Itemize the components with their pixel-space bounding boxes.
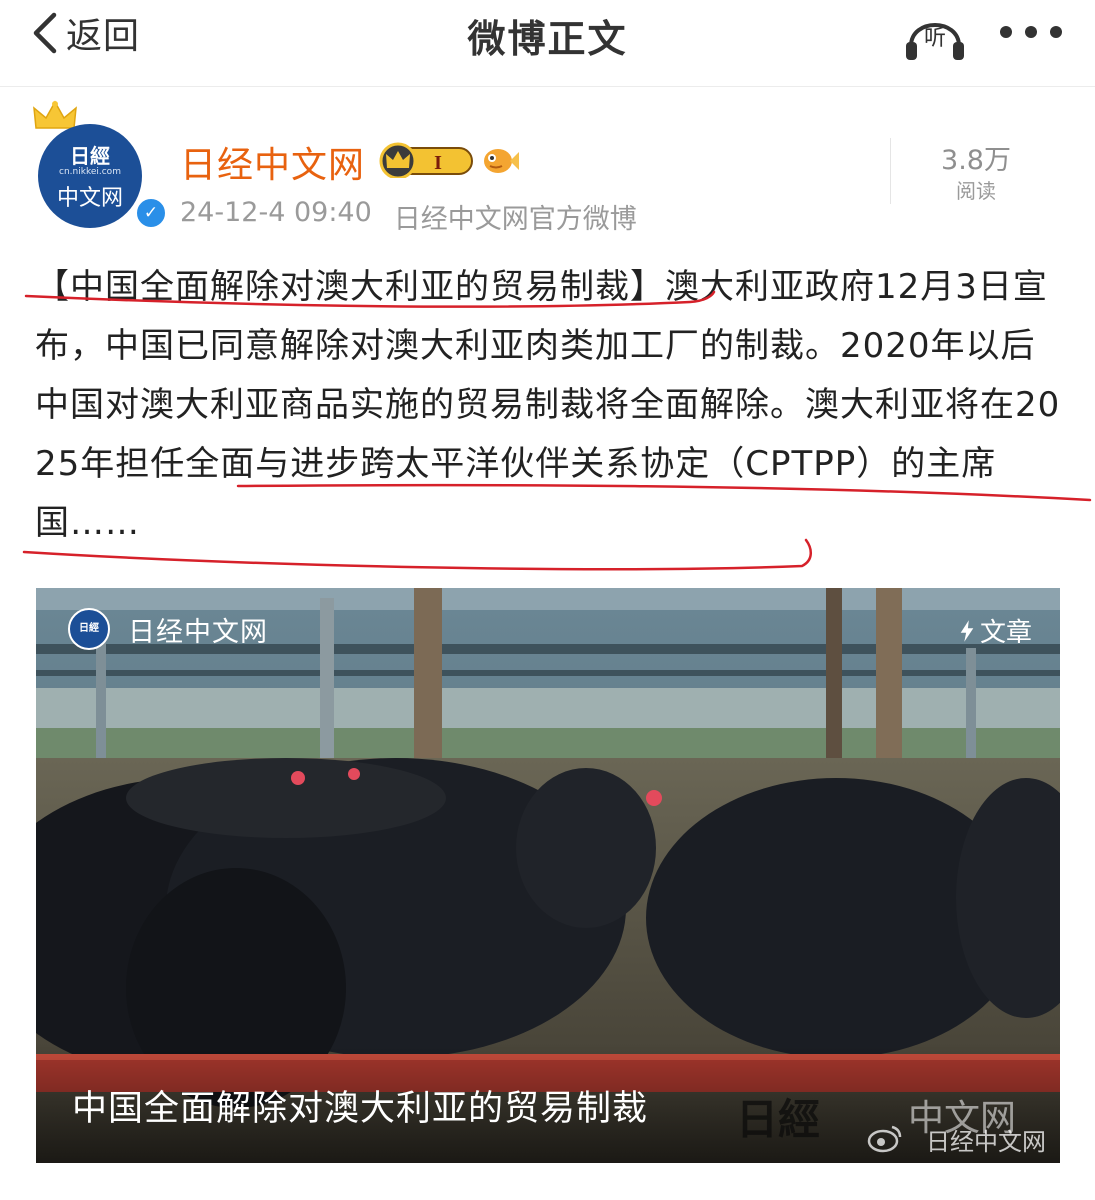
listen-label: 听: [923, 26, 946, 51]
more-options-button[interactable]: [1000, 12, 1062, 52]
watermark-small-text: 日经中文网: [926, 1128, 1046, 1156]
dot-icon: [1000, 26, 1012, 38]
read-label: 阅读: [956, 179, 996, 203]
author-badges: I: [378, 140, 520, 180]
card-caption: 中国全面解除对澳大利亚的贸易制裁: [72, 1089, 649, 1129]
dot-icon: [1050, 26, 1062, 38]
verified-badge-icon: ✓: [134, 196, 168, 230]
card-source-logo-text: 日經: [79, 623, 99, 634]
post-source: 日经中文网官方微博: [393, 204, 637, 235]
read-count-block: 3.8万 阅读: [890, 138, 1061, 204]
vip-crown-badge-icon[interactable]: I: [378, 142, 474, 178]
avatar-url-text: cn.nikkei.com: [59, 167, 121, 177]
vip-level: I: [434, 152, 442, 174]
card-source-name: 日经中文网: [128, 616, 268, 648]
article-tag[interactable]: 文章: [958, 612, 1032, 649]
post-timestamp: 24-12-4 09:40: [180, 197, 372, 228]
article-card[interactable]: 日經 日经中文网 文章 中国全面解除对澳大利亚的贸易制裁 日經 中文网 日经中文…: [36, 588, 1060, 1163]
avatar-cn-text: 中文网: [56, 186, 123, 211]
card-source-logo: 日經: [68, 608, 110, 650]
dot-icon: [1025, 26, 1037, 38]
watermark-logo-text: 日經: [736, 1095, 821, 1144]
author-name[interactable]: 日经中文网: [180, 136, 365, 188]
avatar[interactable]: 日經 cn.nikkei.com 中文网: [38, 124, 142, 228]
weibo-watermark-icon: [867, 1125, 902, 1153]
author-avatar-block: 日經 cn.nikkei.com 中文网 ✓: [30, 100, 168, 236]
avatar-logo-text: 日經: [70, 144, 110, 168]
lightning-icon: [960, 619, 974, 642]
post-text: 【中国全面解除对澳大利亚的贸易制裁】澳大利亚政府12月3日宣布，中国已同意解除对…: [35, 258, 1065, 553]
fish-badge-icon[interactable]: [480, 142, 520, 178]
top-nav-bar: 返回 微博正文 听: [0, 0, 1095, 87]
listen-button[interactable]: 听: [903, 6, 967, 62]
read-count: 3.8万: [941, 145, 1011, 176]
article-tag-label: 文章: [979, 618, 1032, 648]
post-meta: 24-12-4 09:40 日经中文网官方微博: [180, 197, 637, 236]
post-title: 【中国全面解除对澳大利亚的贸易制裁】: [35, 267, 665, 307]
card-source[interactable]: 日經 日经中文网: [68, 608, 268, 650]
